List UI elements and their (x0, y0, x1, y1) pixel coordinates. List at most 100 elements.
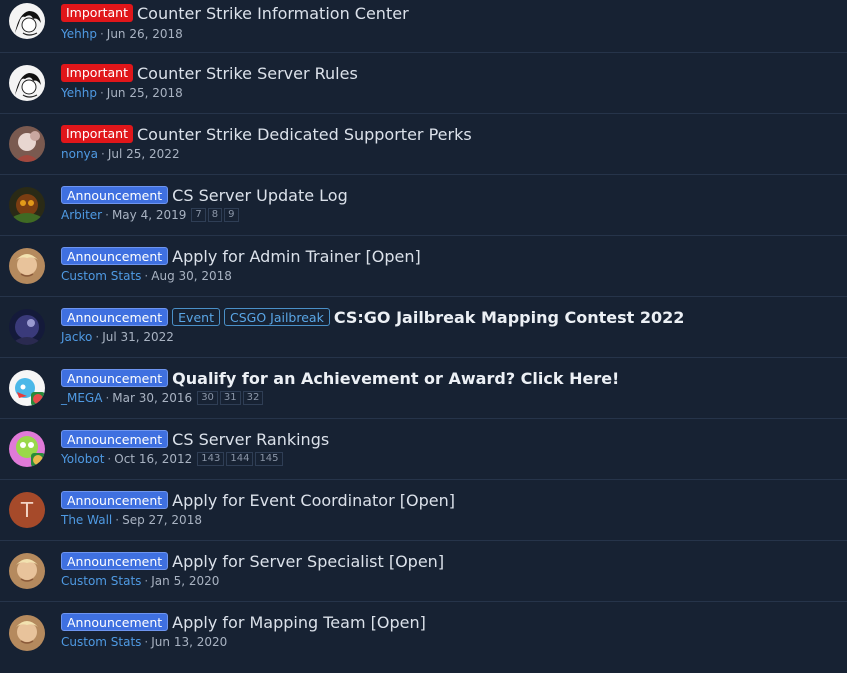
author-link[interactable]: Yehhp (61, 86, 97, 100)
page-link[interactable]: 145 (255, 452, 283, 466)
meta-separator: · (144, 574, 149, 588)
thread-row[interactable]: Announcement CS Server Update Log Arbite… (0, 175, 847, 236)
thread-title-link[interactable]: CS Server Update Log (172, 186, 348, 205)
page-link[interactable]: 31 (219, 391, 241, 405)
thread-title-line: Announcement Qualify for an Achievement … (61, 367, 619, 389)
thread-row[interactable]: Announcement Apply for Mapping Team [Ope… (0, 602, 847, 663)
prefix-label-announcement[interactable]: Announcement (61, 247, 169, 265)
thread-title-link[interactable]: Qualify for an Achievement or Award? Cli… (172, 369, 619, 388)
avatar[interactable] (9, 248, 45, 284)
avatar[interactable] (9, 370, 45, 406)
prefix-label-event[interactable]: Event (172, 308, 220, 326)
avatar[interactable] (9, 309, 45, 345)
page-link[interactable]: 7 (191, 208, 206, 222)
prefix-label-announcement[interactable]: Announcement (61, 491, 169, 509)
thread-title-link[interactable]: Counter Strike Information Center (137, 4, 409, 23)
thread-date[interactable]: Jun 26, 2018 (107, 27, 183, 41)
thread-row[interactable]: Announcement CS Server Rankings Yolobot … (0, 419, 847, 480)
page-jump-links: 30 31 32 (197, 391, 265, 405)
meta-separator: · (99, 27, 104, 41)
thread-title-link[interactable]: Apply for Admin Trainer [Open] (172, 247, 421, 266)
thread-meta: nonya · Jul 25, 2022 (61, 146, 180, 162)
prefix-label-csgo-jailbreak[interactable]: CSGO Jailbreak (223, 308, 330, 326)
avatar[interactable] (9, 431, 45, 467)
prefix-label-announcement[interactable]: Announcement (61, 369, 169, 387)
page-link[interactable]: 9 (224, 208, 239, 222)
prefix-label-announcement[interactable]: Announcement (61, 308, 169, 326)
thread-title-link[interactable]: Counter Strike Server Rules (137, 64, 358, 83)
avatar[interactable] (9, 187, 45, 223)
meta-separator: · (101, 147, 105, 161)
page-jump-links: 143 144 145 (197, 452, 284, 466)
avatar[interactable]: T (9, 492, 45, 528)
avatar-image-icon (9, 65, 45, 101)
thread-title-link[interactable]: Counter Strike Dedicated Supporter Perks (137, 125, 472, 144)
author-link[interactable]: Jacko (61, 330, 92, 344)
thread-title-line: Announcement Event CSGO Jailbreak CS:GO … (61, 306, 684, 328)
author-link[interactable]: The Wall (61, 513, 112, 527)
page-link[interactable]: 30 (197, 391, 218, 405)
thread-date[interactable]: Jul 31, 2022 (102, 330, 174, 344)
thread-date[interactable]: Sep 27, 2018 (122, 513, 202, 527)
avatar-image-icon (9, 126, 45, 162)
thread-title-line: Announcement Apply for Server Specialist… (61, 550, 444, 572)
avatar-image-icon (9, 3, 45, 39)
thread-meta: Arbiter · May 4, 2019 7 8 9 (61, 207, 241, 223)
thread-title-line: Important Counter Strike Dedicated Suppo… (61, 123, 472, 145)
thread-date[interactable]: Mar 30, 2016 (112, 391, 192, 405)
avatar[interactable] (9, 553, 45, 589)
meta-separator: · (144, 269, 149, 283)
prefix-label-important[interactable]: Important (61, 64, 133, 82)
thread-date[interactable]: Jun 25, 2018 (107, 86, 183, 100)
thread-row[interactable]: T Announcement Apply for Event Coordinat… (0, 480, 847, 541)
avatar[interactable] (9, 614, 45, 651)
page-link[interactable]: 143 (197, 452, 225, 466)
thread-date[interactable]: May 4, 2019 (112, 208, 186, 222)
avatar[interactable] (9, 126, 45, 162)
meta-separator: · (95, 330, 100, 344)
thread-title-link[interactable]: Apply for Mapping Team [Open] (172, 613, 426, 632)
page-link[interactable]: 144 (226, 452, 254, 466)
prefix-label-announcement[interactable]: Announcement (61, 186, 169, 204)
page-link[interactable]: 32 (242, 391, 264, 405)
prefix-label-important[interactable]: Important (61, 125, 133, 143)
author-link[interactable]: _MEGA (61, 391, 102, 405)
prefix-label-announcement[interactable]: Announcement (61, 430, 169, 448)
thread-row[interactable]: Announcement Apply for Admin Trainer [Op… (0, 236, 847, 297)
author-link[interactable]: Custom Stats (61, 269, 141, 283)
prefix-label-announcement[interactable]: Announcement (61, 552, 169, 570)
author-link[interactable]: Custom Stats (61, 635, 141, 649)
author-link[interactable]: Yolobot (61, 452, 104, 466)
author-link[interactable]: nonya (61, 147, 98, 161)
prefix-label-important[interactable]: Important (61, 4, 133, 22)
thread-date[interactable]: Aug 30, 2018 (151, 269, 232, 283)
thread-row[interactable]: Important Counter Strike Dedicated Suppo… (0, 114, 847, 175)
thread-row[interactable]: Announcement Apply for Server Specialist… (0, 541, 847, 602)
thread-row[interactable]: Important Counter Strike Server Rules Ye… (0, 53, 847, 114)
thread-date[interactable]: Oct 16, 2012 (114, 452, 192, 466)
prefix-label-announcement[interactable]: Announcement (61, 613, 169, 631)
page-link[interactable]: 8 (207, 208, 223, 222)
author-link[interactable]: Yehhp (61, 27, 97, 41)
thread-title-link[interactable]: CS Server Rankings (172, 430, 329, 449)
author-link[interactable]: Arbiter (61, 208, 102, 222)
thread-date[interactable]: Jun 13, 2020 (151, 635, 227, 649)
avatar-image-icon (9, 431, 45, 467)
meta-separator: · (105, 208, 109, 222)
avatar[interactable] (9, 65, 45, 101)
thread-date[interactable]: Jul 25, 2022 (108, 147, 180, 161)
thread-row[interactable]: Announcement Qualify for an Achievement … (0, 358, 847, 419)
meta-separator: · (115, 513, 120, 527)
thread-list: Important Counter Strike Information Cen… (0, 0, 847, 663)
thread-row[interactable]: Announcement Event CSGO Jailbreak CS:GO … (0, 297, 847, 358)
thread-title-link[interactable]: Apply for Server Specialist [Open] (172, 552, 444, 571)
thread-title-link[interactable]: CS:GO Jailbreak Mapping Contest 2022 (334, 308, 685, 327)
thread-row[interactable]: Important Counter Strike Information Cen… (0, 0, 847, 53)
thread-date[interactable]: Jan 5, 2020 (151, 574, 219, 588)
thread-title-link[interactable]: Apply for Event Coordinator [Open] (172, 491, 455, 510)
avatar-image-icon (9, 309, 45, 345)
avatar[interactable] (9, 3, 45, 39)
author-link[interactable]: Custom Stats (61, 574, 141, 588)
thread-title-line: Announcement CS Server Rankings (61, 428, 329, 450)
avatar-image-icon (9, 187, 45, 223)
